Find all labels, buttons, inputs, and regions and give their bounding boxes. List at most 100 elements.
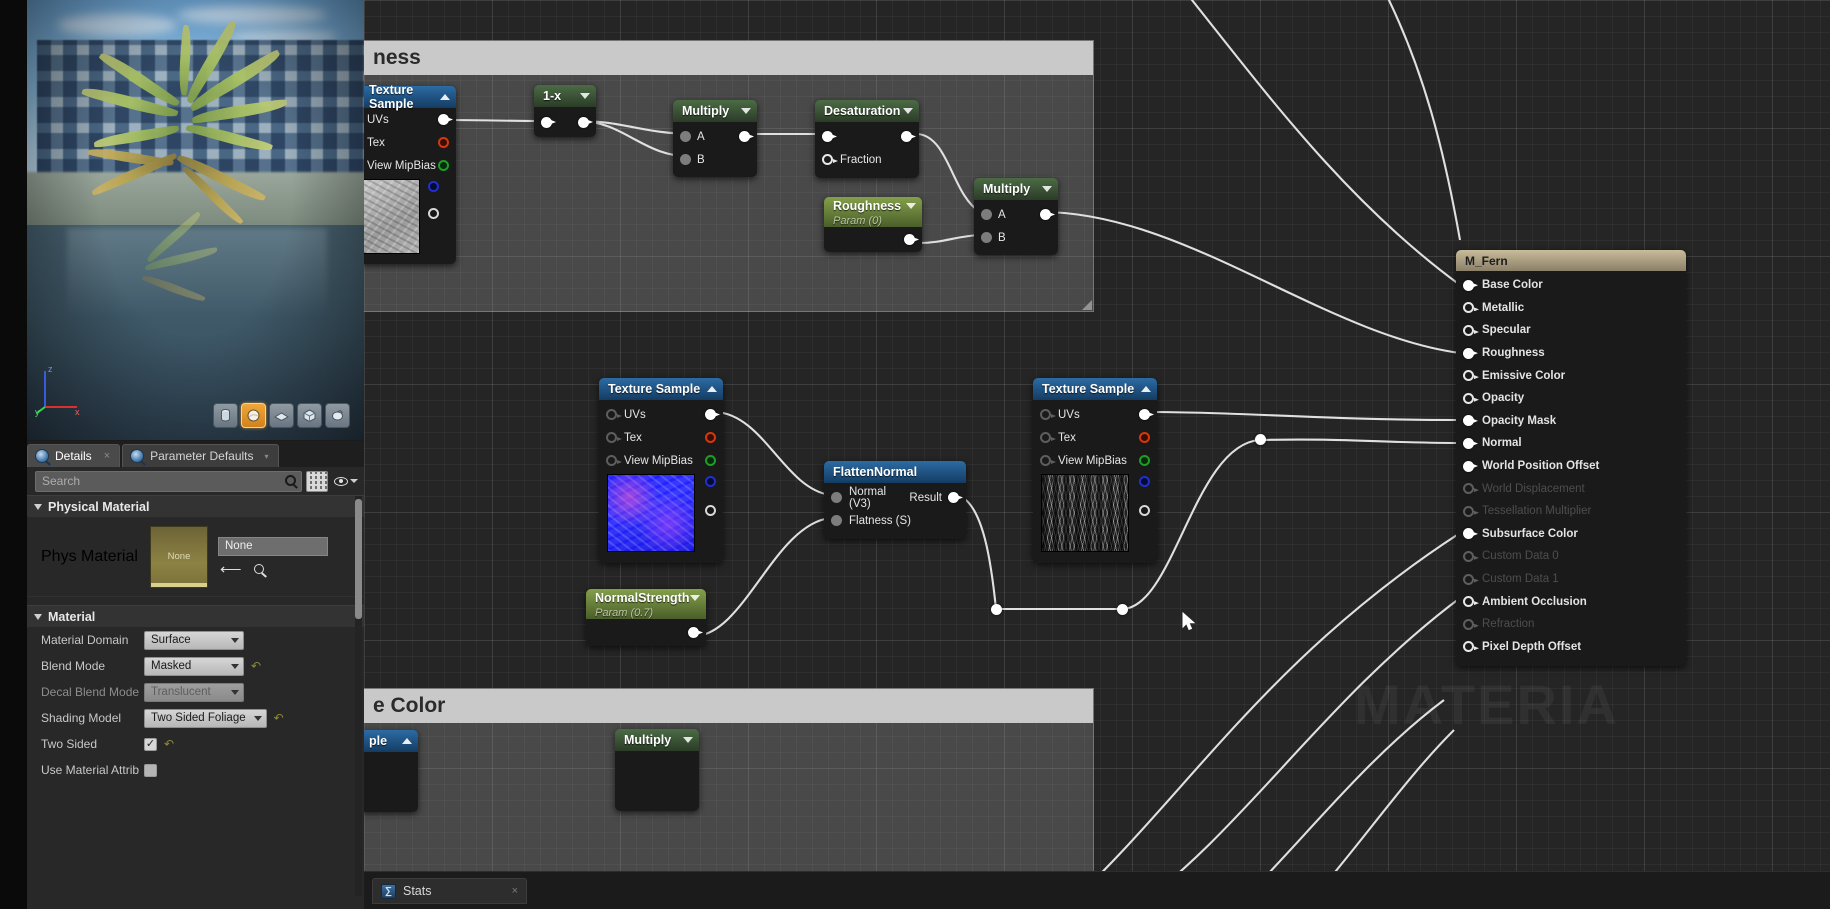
node-header[interactable]: Multiply — [974, 178, 1058, 200]
pin-row-view-mipbias[interactable]: View MipBias — [1033, 449, 1157, 472]
output-pin[interactable] — [688, 627, 699, 638]
output-pin[interactable] — [904, 234, 915, 245]
output-pin[interactable] — [901, 131, 912, 142]
chevron-down-icon[interactable] — [683, 737, 693, 743]
node-header[interactable]: Multiply — [673, 100, 757, 122]
material-pin-metallic[interactable]: Metallic — [1456, 297, 1686, 320]
phys-material-asset-picker[interactable]: None — [218, 536, 328, 556]
material-pin-opacity-mask[interactable]: Opacity Mask — [1456, 410, 1686, 433]
chevron-up-icon[interactable] — [402, 738, 412, 744]
reroute-node[interactable] — [1255, 434, 1266, 445]
material-pin-ambient-occlusion[interactable]: Ambient Occlusion — [1456, 590, 1686, 613]
node-header[interactable]: NormalStrength Param (0.7) — [586, 589, 706, 619]
multiply-node-1[interactable]: Multiply A B — [673, 100, 757, 177]
texture-thumbnail[interactable] — [364, 179, 420, 254]
node-header[interactable]: M_Fern — [1456, 250, 1686, 271]
node-header[interactable]: Roughness Param (0) — [824, 197, 922, 227]
chevron-down-icon[interactable] — [903, 108, 913, 114]
pin-row-uvs[interactable]: UVs — [364, 108, 456, 131]
desaturation-node[interactable]: Desaturation Fraction — [815, 100, 919, 178]
chevron-down-icon[interactable] — [690, 595, 700, 601]
material-pin-subsurface-color[interactable]: Subsurface Color — [1456, 523, 1686, 546]
tab-details-close-icon[interactable]: × — [104, 450, 110, 462]
cube-preview-button[interactable] — [297, 403, 322, 428]
roughness-param-node[interactable]: Roughness Param (0) — [824, 197, 922, 252]
search-input[interactable]: Search — [35, 470, 302, 492]
output-pin-b[interactable] — [705, 476, 716, 487]
sphere-preview-button[interactable] — [241, 403, 266, 428]
output-pin-rgb[interactable] — [1139, 409, 1150, 420]
normal-strength-param-node[interactable]: NormalStrength Param (0.7) — [586, 589, 706, 646]
output-pin[interactable] — [739, 131, 750, 142]
pin-row-normal[interactable]: Normal (V3) Result — [824, 486, 966, 510]
output-pin-a[interactable] — [428, 208, 439, 219]
material-pin-emissive-color[interactable]: Emissive Color — [1456, 364, 1686, 387]
output-pin-g[interactable] — [705, 455, 716, 466]
output-pin-g[interactable] — [1139, 455, 1150, 466]
material-pin-roughness[interactable]: Roughness — [1456, 342, 1686, 365]
input-pin[interactable] — [1463, 324, 1474, 336]
output-pin-a[interactable] — [1139, 505, 1150, 516]
pin-row-tex[interactable]: Tex — [364, 131, 456, 154]
material-pin-specular[interactable]: Specular — [1456, 319, 1686, 342]
output-pin-result[interactable] — [948, 492, 959, 503]
input-pin-flatness[interactable] — [831, 515, 842, 526]
input-pin-fraction[interactable] — [822, 154, 833, 165]
input-pin[interactable] — [1463, 370, 1474, 382]
stats-tab[interactable]: ∑ Stats × — [372, 878, 527, 904]
input-pin-a[interactable] — [680, 131, 691, 142]
input-pin[interactable] — [541, 116, 552, 128]
pin-row-view-mipbias[interactable]: View MipBias — [364, 154, 456, 177]
input-pin[interactable] — [1463, 437, 1474, 449]
browse-to-asset-icon[interactable] — [253, 564, 264, 574]
output-pin-r[interactable] — [1139, 432, 1150, 443]
chevron-up-icon[interactable] — [1141, 386, 1151, 392]
details-scrollbar-thumb[interactable] — [355, 499, 362, 619]
reroute-node[interactable] — [991, 604, 1002, 615]
output-pin-r[interactable] — [705, 432, 716, 443]
texture-sample-normal-node[interactable]: Texture Sample UVs Tex View MipBias — [599, 378, 723, 563]
node-header[interactable]: Texture Sample — [364, 83, 456, 111]
chevron-down-icon[interactable] — [1042, 186, 1052, 192]
flatten-normal-node[interactable]: FlattenNormal Normal (V3) Result Flatnes… — [824, 461, 966, 539]
texture-sample-basecolor-node[interactable]: ple — [364, 730, 418, 812]
material-pin-normal[interactable]: Normal — [1456, 432, 1686, 455]
input-pin-uvs[interactable] — [1040, 409, 1051, 420]
input-pin-a[interactable] — [981, 209, 992, 220]
cylinder-preview-button[interactable] — [213, 403, 238, 428]
use-material-attributes-checkbox[interactable] — [144, 763, 157, 777]
phys-material-thumbnail[interactable]: None — [150, 525, 208, 588]
material-pin-base-color[interactable]: Base Color — [1456, 274, 1686, 297]
output-pin-a[interactable] — [705, 505, 716, 516]
grid-view-button[interactable] — [306, 470, 328, 492]
input-pin-b[interactable] — [680, 154, 691, 165]
output-pin-g[interactable] — [438, 160, 449, 171]
input-pin[interactable] — [1463, 279, 1474, 291]
chevron-down-icon[interactable] — [906, 203, 916, 209]
output-pin-r[interactable] — [438, 137, 449, 148]
material-output-node[interactable]: M_Fern Base Color Metallic Specular Roug… — [1456, 250, 1686, 667]
stats-tab-close-icon[interactable]: × — [512, 885, 518, 897]
input-pin-view-mipbias[interactable] — [1040, 455, 1051, 466]
visibility-options-button[interactable] — [332, 476, 358, 486]
pin-row-uvs[interactable]: UVs — [599, 403, 723, 426]
teapot-icon[interactable] — [325, 403, 350, 428]
pin-row-b[interactable]: B — [974, 226, 1058, 249]
chevron-down-icon[interactable]: ▾ — [265, 452, 269, 461]
node-header[interactable]: ple — [364, 730, 418, 752]
tab-details[interactable]: Details × — [27, 444, 121, 467]
tab-parameter-defaults[interactable]: Parameter Defaults ▾ — [122, 444, 279, 467]
blend-mode-select[interactable]: Masked — [144, 656, 244, 676]
material-domain-select[interactable]: Surface — [144, 630, 244, 650]
pin-row-uvs[interactable]: UVs — [1033, 403, 1157, 426]
pin-row-flatness[interactable]: Flatness (S) — [824, 509, 966, 532]
multiply-node-2[interactable]: Multiply A B — [974, 178, 1058, 255]
input-pin-tex[interactable] — [606, 432, 617, 443]
output-pin[interactable] — [578, 116, 589, 128]
preview-shape-toolbar[interactable] — [213, 403, 350, 428]
comment-resize-handle[interactable] — [1082, 300, 1092, 310]
input-pin-b[interactable] — [981, 232, 992, 243]
node-header[interactable]: Texture Sample — [599, 378, 723, 400]
input-pin-uvs[interactable] — [606, 409, 617, 420]
node-header[interactable]: Desaturation — [815, 100, 919, 122]
